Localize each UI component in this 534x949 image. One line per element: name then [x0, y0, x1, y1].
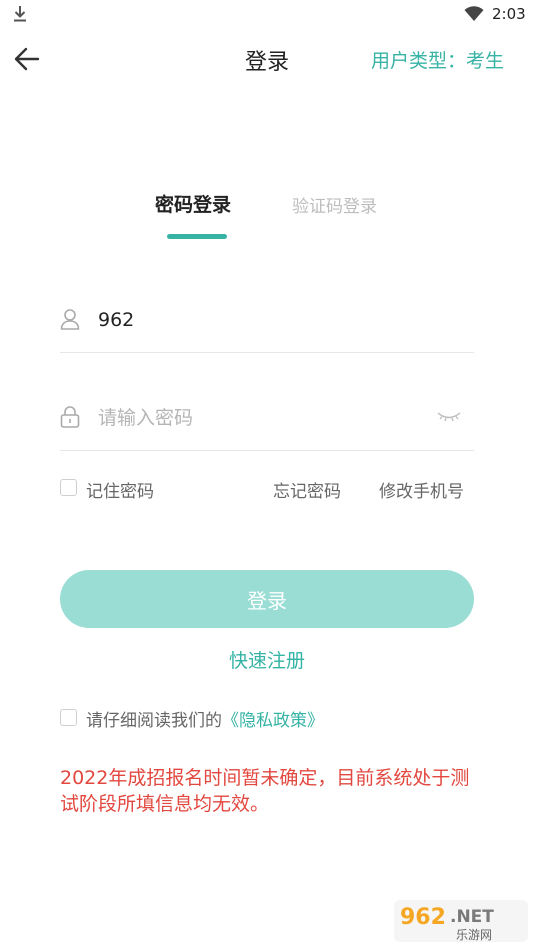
download-icon: [14, 6, 26, 22]
tab-active-indicator: [167, 234, 227, 239]
eye-closed-icon[interactable]: [436, 408, 462, 424]
login-button[interactable]: 登录: [60, 570, 474, 628]
username-underline: [60, 352, 474, 353]
notice-text: 2022年成招报名时间暂未确定，目前系统处于测试阶段所填信息均无效。: [60, 767, 470, 815]
privacy-prefix: 请仔细阅读我们的: [86, 711, 222, 731]
tab-password-login[interactable]: 密码登录: [155, 190, 231, 217]
user-icon: [60, 309, 80, 330]
user-type-selector[interactable]: 用户类型：考生: [371, 46, 504, 73]
remember-password-label[interactable]: 记住密码: [86, 477, 154, 502]
forgot-password-link[interactable]: 忘记密码: [273, 477, 341, 502]
status-time: 2:03: [492, 5, 526, 23]
modify-phone-link[interactable]: 修改手机号: [379, 477, 464, 502]
wifi-icon: [464, 6, 484, 21]
privacy-agree-checkbox[interactable]: [60, 709, 77, 726]
watermark-logo: 962 .NET 乐游网: [394, 900, 528, 942]
tab-code-login[interactable]: 验证码登录: [292, 192, 377, 217]
privacy-policy-link[interactable]: 《隐私政策》: [222, 711, 324, 731]
password-field[interactable]: [98, 404, 418, 432]
lock-icon: [60, 406, 80, 428]
status-bar: [0, 0, 534, 30]
svg-text:.NET: .NET: [450, 907, 494, 927]
password-underline: [60, 450, 474, 451]
remember-password-checkbox[interactable]: [60, 479, 77, 496]
privacy-statement: 请仔细阅读我们的《隐私政策》: [86, 706, 324, 731]
username-field[interactable]: [98, 306, 428, 334]
svg-text:乐游网: 乐游网: [456, 928, 492, 942]
quick-register-link[interactable]: 快速注册: [0, 646, 534, 673]
svg-text:962: 962: [400, 905, 446, 930]
